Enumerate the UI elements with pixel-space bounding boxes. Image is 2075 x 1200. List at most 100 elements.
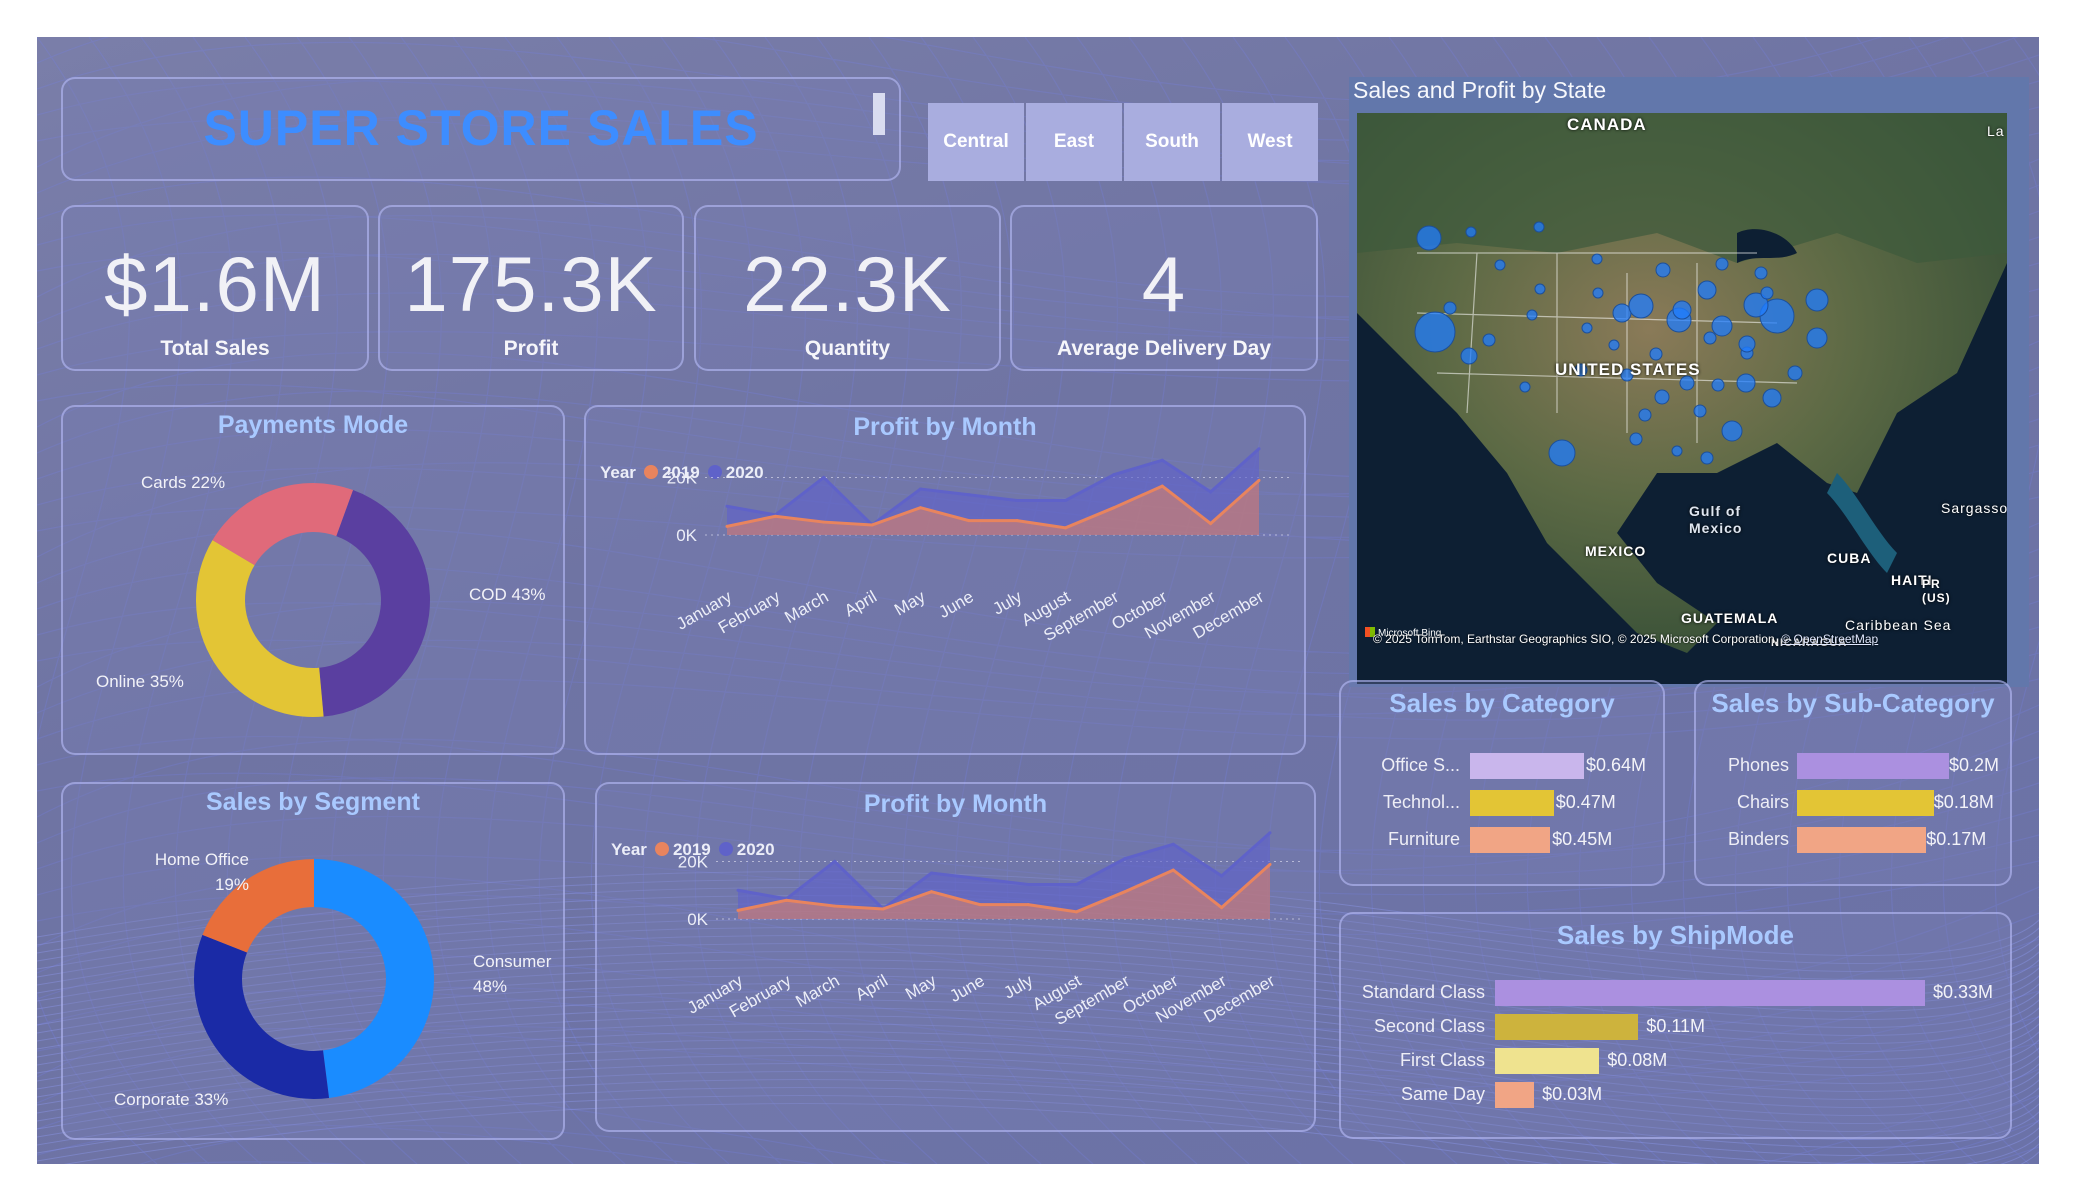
bar-office-supplies[interactable] — [1470, 753, 1584, 779]
map-bubble — [1693, 404, 1707, 418]
map-bubble — [1629, 432, 1643, 446]
map-bubble — [1581, 322, 1593, 334]
map-bubble — [1655, 262, 1671, 278]
data-point — [1123, 890, 1127, 894]
map-label-pr: PR (US) — [1922, 577, 1951, 605]
data-point — [725, 504, 729, 508]
map-canvas[interactable] — [1357, 113, 2007, 684]
data-point — [978, 903, 982, 907]
bar-value-label: $0.11M — [1646, 1016, 1706, 1036]
data-point — [822, 476, 826, 479]
region-button-west[interactable]: West — [1222, 103, 1318, 181]
map-bubble — [1534, 283, 1546, 295]
data-point — [918, 487, 922, 491]
map-bubble — [1762, 388, 1782, 408]
data-point — [1015, 499, 1019, 502]
data-point — [1160, 484, 1164, 488]
bar-phones[interactable] — [1797, 753, 1949, 779]
data-point — [1015, 519, 1019, 523]
map-title: Sales and Profit by State — [1353, 77, 1607, 103]
data-point — [870, 523, 874, 527]
bar-value-label: $0.45M — [1552, 829, 1613, 849]
bar-label: Furniture — [1387, 829, 1460, 849]
dashboard-canvas: SUPER STORE SALES Central East South Wes… — [37, 37, 2039, 1164]
bar-value-label: $0.47M — [1555, 792, 1616, 812]
osm-link[interactable]: © OpenStreetMap — [1781, 632, 1878, 646]
map-bubble — [1711, 315, 1733, 337]
map-bubble — [1806, 327, 1828, 349]
data-point — [833, 860, 837, 863]
bar-label: Standard Class — [1361, 982, 1485, 1002]
bar-value-label: $0.08M — [1607, 1050, 1668, 1070]
bar-label: Chairs — [1736, 792, 1789, 812]
donut-label-online: Online 35% — [96, 672, 184, 691]
map-bubble — [1754, 266, 1768, 280]
bar-second-class[interactable] — [1495, 1014, 1639, 1040]
map-attribution: © 2025 TomTom, Earthstar Geographics SIO… — [1373, 632, 1879, 646]
kpi-quantity: 22.3K Quantity — [694, 205, 1001, 371]
sales-profit-map[interactable]: CANADA UNITED STATES MEXICO Gulf of Mexic… — [1357, 113, 2007, 684]
map-label-gulf-of-mexico: Gulf of Mexico — [1689, 503, 1743, 536]
bar-label: First Class — [1400, 1050, 1485, 1070]
x-tick-label: April — [852, 971, 891, 1004]
kpi-total-sales: $1.6M Total Sales — [61, 205, 369, 371]
map-bubble — [1721, 420, 1743, 442]
map-bubble — [1671, 445, 1683, 457]
donut-slice-consumer — [314, 859, 435, 1099]
chart-title: Sales by Category — [1389, 688, 1615, 718]
map-bubble — [1700, 451, 1714, 465]
sales-by-subcategory-card: Sales by Sub-Category — [1694, 680, 2012, 886]
region-button-east[interactable]: East — [1026, 103, 1122, 181]
bar-first-class[interactable] — [1495, 1048, 1600, 1074]
map-bubble — [1482, 333, 1496, 347]
map-bubble — [1715, 257, 1729, 271]
data-point — [1209, 522, 1213, 525]
region-button-south[interactable]: South — [1124, 103, 1220, 181]
map-bubble — [1591, 253, 1603, 265]
map-bubble — [1608, 339, 1620, 351]
map-bubble — [1736, 373, 1756, 393]
bar-same-day[interactable] — [1495, 1082, 1535, 1108]
bar-label: Office S... — [1381, 755, 1460, 775]
donut-label-corporate: Corporate 33% — [114, 1090, 229, 1109]
data-point — [1220, 906, 1224, 909]
data-point — [833, 904, 837, 908]
bar-standard-class[interactable] — [1495, 980, 1925, 1006]
x-tick-label: March — [792, 971, 842, 1011]
map-label-united-states: UNITED STATES — [1555, 360, 1701, 379]
map-bubble — [1628, 293, 1654, 319]
map-bubble — [1414, 311, 1456, 353]
data-point — [1075, 883, 1079, 886]
map-bubble — [1443, 301, 1457, 315]
kpi-profit: 175.3K Profit — [378, 205, 684, 371]
region-button-central[interactable]: Central — [928, 103, 1024, 181]
data-point — [1171, 868, 1175, 872]
kpi-value: 4 — [1141, 240, 1187, 328]
data-point — [1112, 473, 1116, 477]
map-bubble — [1592, 287, 1604, 299]
x-tick-label: May — [891, 587, 929, 620]
map-label-sargasso: Sargasso — [1941, 500, 2007, 516]
map-bubble — [1738, 335, 1756, 353]
bar-chairs[interactable] — [1797, 790, 1934, 816]
donut-label-home-office: Home Office 19% — [154, 850, 249, 894]
scroll-handle[interactable] — [873, 93, 885, 135]
map-bubble — [1654, 389, 1670, 405]
bar-technology[interactable] — [1470, 790, 1554, 816]
bar-furniture[interactable] — [1470, 827, 1551, 853]
data-point — [1026, 903, 1030, 907]
map-bubble — [1649, 347, 1663, 361]
map-bubble — [1711, 378, 1725, 392]
map-bubble — [1805, 288, 1829, 312]
map-label-canada: CANADA — [1567, 115, 1647, 134]
data-point — [1160, 458, 1164, 462]
dashboard-title: SUPER STORE SALES — [203, 100, 759, 156]
data-point — [929, 871, 933, 875]
bar-value-label: $0.17M — [1926, 829, 1987, 849]
data-point — [784, 898, 788, 902]
map-bubble — [1760, 286, 1774, 300]
x-tick-label: March — [781, 587, 831, 627]
bar-binders[interactable] — [1797, 827, 1927, 853]
bar-value-label: $0.64M — [1586, 755, 1647, 775]
data-point — [725, 524, 729, 528]
